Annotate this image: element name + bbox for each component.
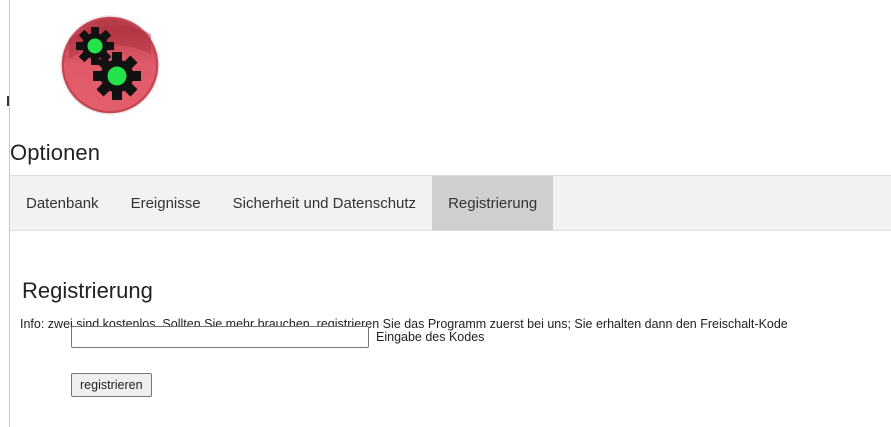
page-left-marker	[7, 96, 9, 106]
tab-ereignisse[interactable]: Ereignisse	[115, 176, 217, 230]
options-tab-bar: Datenbank Ereignisse Sicherheit und Date…	[10, 175, 891, 231]
registration-code-label: Eingabe des Kodes	[376, 330, 485, 344]
registration-code-input[interactable]	[71, 326, 369, 348]
tab-registrierung[interactable]: Registrierung	[432, 176, 554, 230]
tab-datenbank[interactable]: Datenbank	[10, 176, 115, 230]
registration-heading: Registrierung	[22, 278, 153, 303]
register-button[interactable]: registrieren	[71, 373, 152, 397]
tab-sicherheit-datenschutz[interactable]: Sicherheit und Datenschutz	[217, 176, 432, 230]
gears-logo-icon	[60, 15, 160, 115]
page-title: Optionen	[10, 140, 101, 165]
